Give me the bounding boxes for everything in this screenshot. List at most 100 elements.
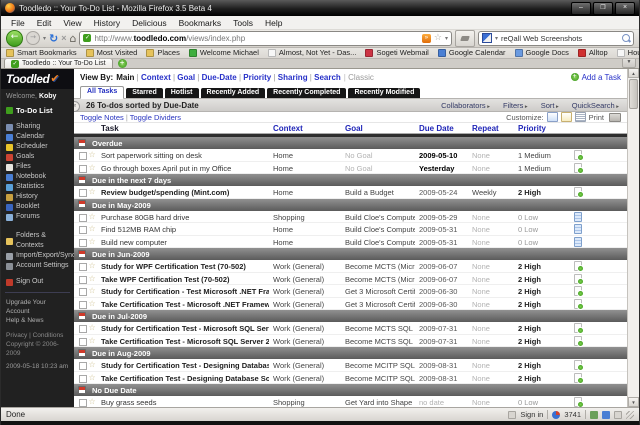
task-priority[interactable]: 2 High [518, 275, 566, 284]
task-context[interactable]: Home [273, 225, 339, 234]
bookmark-item[interactable]: Houston - SSRS 2008... [617, 48, 639, 57]
task-title[interactable]: Take Certification Test - Designing Data… [101, 374, 269, 383]
sidebar-item[interactable]: Import/Export/Sync [1, 251, 74, 261]
star-icon[interactable]: ☆ [89, 336, 96, 346]
url-bar[interactable]: http://www.toodledo.com/views/index.php … [79, 31, 452, 46]
task-title[interactable]: Build new computer [101, 238, 269, 247]
star-icon[interactable]: ☆ [89, 163, 96, 173]
maximize-button[interactable] [593, 2, 613, 15]
task-title[interactable]: Study for Certification Test - Designing… [101, 361, 269, 370]
bookmark-item[interactable]: Almost, Not Yet - Das... [268, 48, 357, 57]
task-repeat[interactable]: None [472, 213, 514, 222]
add-note-icon[interactable] [574, 163, 582, 173]
star-icon[interactable]: ☆ [89, 212, 96, 222]
task-priority[interactable]: 2 High [518, 374, 566, 383]
bookmark-star-icon[interactable]: ☆ [434, 34, 442, 43]
task-goal[interactable]: Build Cloe's Computer [345, 225, 415, 234]
task-repeat[interactable]: None [472, 374, 514, 383]
add-note-icon[interactable] [574, 261, 582, 271]
add-note-icon[interactable] [574, 360, 582, 370]
task-view-tab[interactable]: Recently Added [201, 88, 266, 98]
star-icon[interactable]: ☆ [89, 237, 96, 247]
viewby-link[interactable]: Main [116, 73, 134, 82]
task-due-date[interactable]: 2009-05-31 [419, 225, 467, 234]
task-checkbox[interactable] [79, 325, 87, 333]
task-goal[interactable]: Become MCTS (Micros [345, 262, 415, 271]
menu-item[interactable]: File [5, 18, 31, 28]
home-button[interactable]: ⌂ [70, 33, 77, 44]
task-due-date[interactable]: 2009-06-07 [419, 262, 467, 271]
task-priority[interactable]: 2 High [518, 361, 566, 370]
grid-icon[interactable] [602, 411, 610, 419]
column-header-repeat[interactable]: Repeat [472, 124, 499, 133]
column-header-task[interactable]: Task [101, 124, 119, 133]
task-due-date[interactable]: 2009-06-30 [419, 287, 467, 296]
star-icon[interactable]: ☆ [89, 323, 96, 333]
sidebar-item[interactable]: Files [1, 162, 74, 172]
star-icon[interactable]: ☆ [89, 360, 96, 370]
task-context[interactable]: Home [273, 188, 339, 197]
bookmark-item[interactable]: Alltop [578, 48, 608, 57]
task-checkbox[interactable] [79, 165, 87, 173]
search-bar[interactable]: ▾ reQall Web Screenshots [478, 31, 634, 46]
note-icon[interactable] [574, 237, 582, 247]
minimize-button[interactable] [571, 2, 591, 15]
history-dropdown-icon[interactable]: ▾ [43, 35, 46, 42]
task-goal[interactable]: Build Cloe's Computer [345, 213, 415, 222]
star-icon[interactable]: ☆ [89, 299, 96, 309]
add-note-icon[interactable] [574, 397, 582, 407]
task-repeat[interactable]: Weekly [472, 188, 514, 197]
viewby-link[interactable]: Due-Date [195, 73, 237, 82]
task-priority[interactable]: 2 High [518, 287, 566, 296]
task-title[interactable]: Go through boxes April put in my Office [101, 164, 269, 173]
task-title[interactable]: Take Certification Test - Microsoft .NET… [101, 300, 269, 309]
add-note-icon[interactable] [574, 274, 582, 284]
task-title[interactable]: Purchase 80GB hard drive [101, 213, 269, 222]
task-priority[interactable]: 0 Low [518, 398, 566, 407]
viewby-link[interactable]: Goal [171, 73, 195, 82]
bookmark-item[interactable]: Smart Bookmarks [6, 48, 77, 57]
sidebar-item[interactable]: History [1, 192, 74, 202]
task-due-date[interactable]: 2009-05-31 [419, 238, 467, 247]
sidebar-item-todo-list[interactable]: To-Do List [1, 102, 74, 119]
timer-icon[interactable] [552, 411, 560, 419]
viewby-link[interactable]: Sharing [271, 73, 307, 82]
dropdown-menu[interactable]: Sort [541, 101, 559, 110]
task-checkbox[interactable] [79, 226, 87, 234]
search-icon[interactable] [622, 34, 630, 42]
viewby-link[interactable]: Context [134, 73, 170, 82]
vertical-scrollbar[interactable] [627, 68, 639, 407]
task-title[interactable]: Buy grass seeds [101, 398, 269, 407]
search-engine-icon[interactable] [482, 33, 492, 43]
mail-icon[interactable] [614, 411, 622, 419]
task-priority[interactable]: 2 High [518, 324, 566, 333]
task-title[interactable]: Take Certification Test - Microsoft SQL … [101, 337, 269, 346]
task-due-date[interactable]: 2009-08-31 [419, 361, 467, 370]
task-view-tab[interactable]: Hotlist [165, 88, 199, 98]
task-due-date[interactable]: 2009-05-24 [419, 188, 467, 197]
task-repeat[interactable]: None [472, 287, 514, 296]
task-goal[interactable]: Become MCTS (Micros [345, 275, 415, 284]
sidebar-item[interactable]: Scheduler [1, 142, 74, 152]
task-title[interactable]: Review budget/spending (Mint.com) [101, 188, 269, 197]
back-button[interactable]: ← [6, 30, 23, 47]
task-goal[interactable]: Become MCITP SQL S [345, 361, 415, 370]
task-goal[interactable]: No Goal [345, 164, 415, 173]
sign-in-button[interactable]: Sign in [520, 410, 543, 419]
task-context[interactable]: Work (General) [273, 324, 339, 333]
url-dropdown-icon[interactable]: ▾ [445, 35, 448, 42]
task-goal[interactable]: Get 3 Microsoft Certific [345, 287, 415, 296]
task-repeat[interactable]: None [472, 262, 514, 271]
task-due-date[interactable]: Yesterday [419, 164, 467, 173]
scroll-up-button[interactable] [628, 68, 639, 78]
bookmark-item[interactable]: Sogeti Webmail [365, 48, 428, 57]
add-note-icon[interactable] [574, 150, 582, 160]
task-context[interactable]: Work (General) [273, 361, 339, 370]
search-engine-dropdown-icon[interactable]: ▾ [495, 35, 498, 42]
sidebar-item[interactable]: Forums [1, 212, 74, 222]
forward-button[interactable]: → [26, 31, 40, 45]
task-repeat[interactable]: None [472, 164, 514, 173]
sidebar-item[interactable]: Calendar [1, 132, 74, 142]
task-repeat[interactable]: None [472, 275, 514, 284]
task-checkbox[interactable] [79, 288, 87, 296]
